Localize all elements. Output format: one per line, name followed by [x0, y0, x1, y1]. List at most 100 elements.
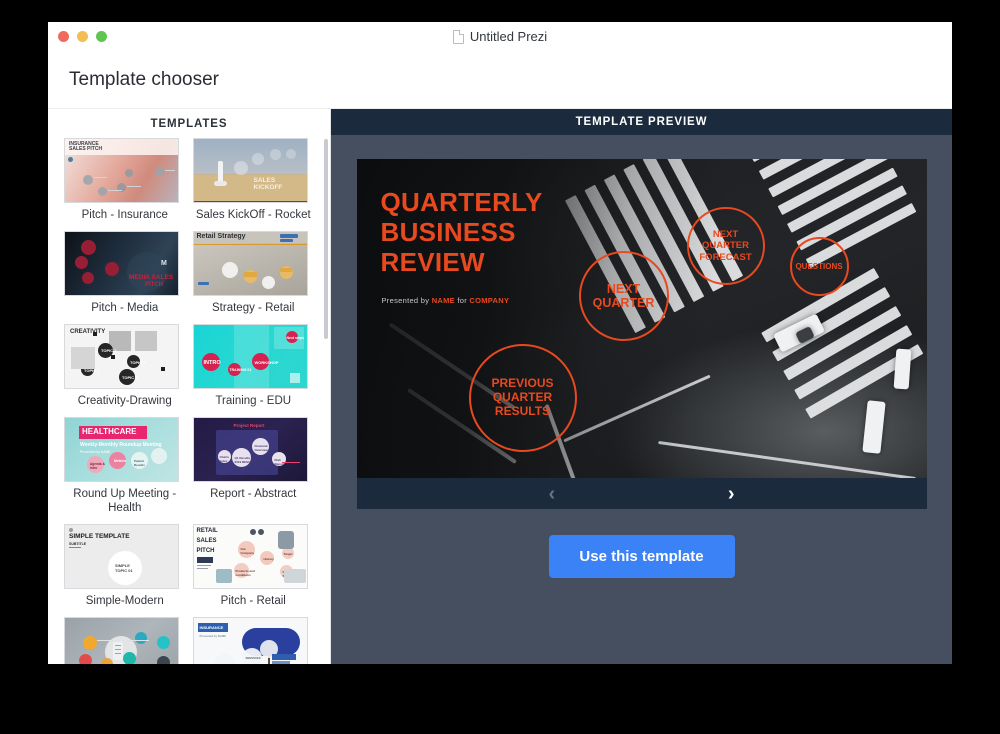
- thumb-text: TOPIC 4: [122, 375, 138, 380]
- document-title-text: Untitled Prezi: [469, 29, 548, 44]
- thumb-node: [75, 256, 88, 269]
- thumb-shape: [69, 547, 81, 549]
- thumb-shape: [111, 355, 115, 359]
- thumb-text: History: [263, 557, 274, 561]
- thumb-node: [285, 149, 296, 159]
- template-thumbnail-art: HEALTHCARE Weekly-Monthly Roundup Meeting…: [65, 418, 178, 481]
- thumb-text: SIMPLE TOPIC 01: [115, 563, 133, 573]
- template-thumbnail[interactable]: RETAIL SALES PITCH Our Company History Target P…: [192, 524, 308, 589]
- template-name: Pitch - Media: [91, 302, 159, 314]
- title-bar: Untitled Prezi: [48, 22, 952, 52]
- thumb-shape: [93, 332, 97, 336]
- template-item[interactable]: Project Report Financial Overview Q1 Result…: [192, 417, 315, 524]
- templates-scroll-area[interactable]: INSURANCE SALES PITCH Pitch - Insurance SAL…: [48, 138, 330, 664]
- thumb-shape: [108, 190, 122, 192]
- preview-header: TEMPLATE PREVIEW: [331, 109, 952, 135]
- document-title: Untitled Prezi: [48, 29, 952, 44]
- circle-line: RESULTS: [494, 403, 551, 418]
- template-item[interactable]: Around a Topic: [64, 617, 186, 664]
- thumb-text: Presented by NAME: [199, 634, 227, 638]
- thumb-text: HEALTHCARE: [82, 427, 137, 436]
- template-item[interactable]: INSURANCE SALES PITCH Pitch - Insurance: [64, 138, 186, 231]
- slide-circle-previous-quarter-results[interactable]: PREVIOUS QUARTER RESULTS: [468, 344, 577, 452]
- thumb-shape: [196, 568, 208, 570]
- slide-circle-next-quarter[interactable]: NEXT QUARTER: [578, 251, 669, 341]
- circle-line: QUARTER: [702, 240, 749, 252]
- use-this-template-button[interactable]: Use this template: [548, 535, 735, 578]
- template-thumbnail[interactable]: Retail Strategy: [192, 231, 308, 296]
- thumb-text: Target: [283, 552, 293, 556]
- thumb-text: CREATIVITY: [70, 329, 106, 335]
- thumb-text: PITCH: [145, 282, 163, 288]
- template-thumbnail[interactable]: [64, 617, 179, 664]
- thumb-text: MEDIA SALES: [129, 274, 174, 281]
- template-thumbnail-art: CREATIVITY TOPIC 2 TOPIC 3 TOPIC 1 TOPIC 4: [65, 325, 178, 388]
- template-item[interactable]: HEALTHCARE Weekly-Monthly Roundup Meeting…: [64, 417, 186, 524]
- template-thumbnail[interactable]: Project Report Financial Overview Q1 Result…: [192, 417, 308, 482]
- thumb-shape: [127, 640, 149, 642]
- slide-preview[interactable]: QUARTERLY BUSINESS REVIEW Presented by N…: [356, 159, 927, 509]
- template-thumbnail[interactable]: SIMPLE TEMPLATE SUBTITLE SIMPLE TOPIC 01: [64, 524, 179, 589]
- thumb-node: [135, 632, 147, 644]
- thumb-shape: [213, 181, 227, 186]
- template-name: Report - Abstract: [210, 488, 297, 500]
- thumb-text: Metrics: [114, 459, 127, 463]
- thumb-shape: [289, 373, 300, 383]
- template-thumbnail[interactable]: CREATIVITY TOPIC 2 TOPIC 3 TOPIC 1 TOPIC 4: [64, 324, 179, 389]
- template-thumbnail[interactable]: MEDIA SALES PITCH M: [64, 231, 179, 296]
- circle-line: PREVIOUS: [491, 376, 554, 391]
- thumb-node: [125, 169, 133, 177]
- template-item[interactable]: CREATIVITY TOPIC 2 TOPIC 3 TOPIC 1 TOPIC 4 Cr…: [64, 324, 186, 417]
- slide-circle-questions[interactable]: QUESTIONS: [789, 237, 849, 296]
- thumb-node: [81, 240, 96, 255]
- template-item[interactable]: INTRO TRAINING 01 WORKSHOP Next steps Traini…: [192, 324, 315, 417]
- thumb-shape: [115, 653, 121, 655]
- thumb-shape: [279, 268, 292, 272]
- template-item[interactable]: INSURANCEPresented by NAMECOMPANY OVERVI…: [192, 617, 315, 664]
- template-item[interactable]: SALES KICKOFF Sales KickOff - Rocket: [192, 138, 315, 231]
- slide-circle-next-quarter-forecast[interactable]: NEXT QUARTER FORECAST: [686, 207, 765, 285]
- template-name: Strategy - Retail: [212, 302, 295, 314]
- template-thumbnail[interactable]: INSURANCE SALES PITCH: [64, 138, 179, 203]
- thumb-shape: [115, 649, 121, 651]
- thumb-shape: [115, 645, 121, 647]
- thumb-node: [249, 529, 256, 535]
- thumb-text: Financial Overview: [254, 444, 268, 452]
- template-thumbnail[interactable]: SALES KICKOFF: [192, 138, 308, 203]
- templates-scrollbar[interactable]: [324, 139, 328, 339]
- thumb-node: [101, 658, 113, 664]
- thumb-shape: [279, 234, 298, 238]
- thumb-shape: [93, 177, 107, 179]
- content-area: TEMPLATES INSURANCE SALES PITCH Pitch - In…: [48, 109, 952, 664]
- template-name: Round Up Meeting - Health: [73, 488, 177, 514]
- thumb-text: SALES: [253, 177, 276, 184]
- thumb-node: [157, 656, 170, 664]
- slide-title-line-1: QUARTERLY: [380, 187, 543, 217]
- preview-header-label: TEMPLATE PREVIEW: [575, 116, 708, 128]
- thumb-shape: [271, 661, 290, 664]
- circle-line: QUESTIONS: [795, 261, 843, 271]
- template-thumbnail-art: SIMPLE TEMPLATE SUBTITLE SIMPLE TOPIC 01: [65, 525, 178, 588]
- thumb-text: SIMPLE TEMPLATE: [69, 533, 130, 540]
- thumb-text: SERVICES: [245, 656, 261, 660]
- thumb-text: SUBTITLE: [69, 542, 87, 546]
- next-slide-icon[interactable]: ›: [728, 484, 735, 504]
- thumb-shape: [161, 367, 165, 371]
- previous-slide-icon[interactable]: ‹: [549, 484, 556, 504]
- template-item[interactable]: MEDIA SALES PITCH M Pitch - Media: [64, 231, 186, 324]
- template-thumbnail[interactable]: INTRO TRAINING 01 WORKSHOP Next steps: [192, 324, 308, 389]
- thumb-text: M: [161, 260, 167, 267]
- thumb-shape: [279, 239, 293, 242]
- template-item[interactable]: Retail Strategy Strategy - Retail: [192, 231, 315, 324]
- chooser-header: Template chooser: [48, 52, 952, 109]
- template-thumbnail[interactable]: INSURANCEPresented by NAMECOMPANY OVERVI…: [192, 617, 308, 664]
- subtitle-mid: for: [454, 296, 470, 305]
- template-item[interactable]: RETAIL SALES PITCH Our Company History Target P…: [192, 524, 315, 617]
- slide-title-line-3: REVIEW: [380, 247, 485, 277]
- thumb-shape: [196, 557, 213, 563]
- thumb-node: [68, 157, 73, 162]
- template-item[interactable]: SIMPLE TEMPLATE SUBTITLE SIMPLE TOPIC 01 Sim…: [64, 524, 186, 617]
- template-thumbnail[interactable]: HEALTHCARE Weekly-Monthly Roundup Meeting…: [64, 417, 179, 482]
- thumb-node: [82, 272, 94, 284]
- thumb-text: TOPIC 2: [101, 348, 117, 353]
